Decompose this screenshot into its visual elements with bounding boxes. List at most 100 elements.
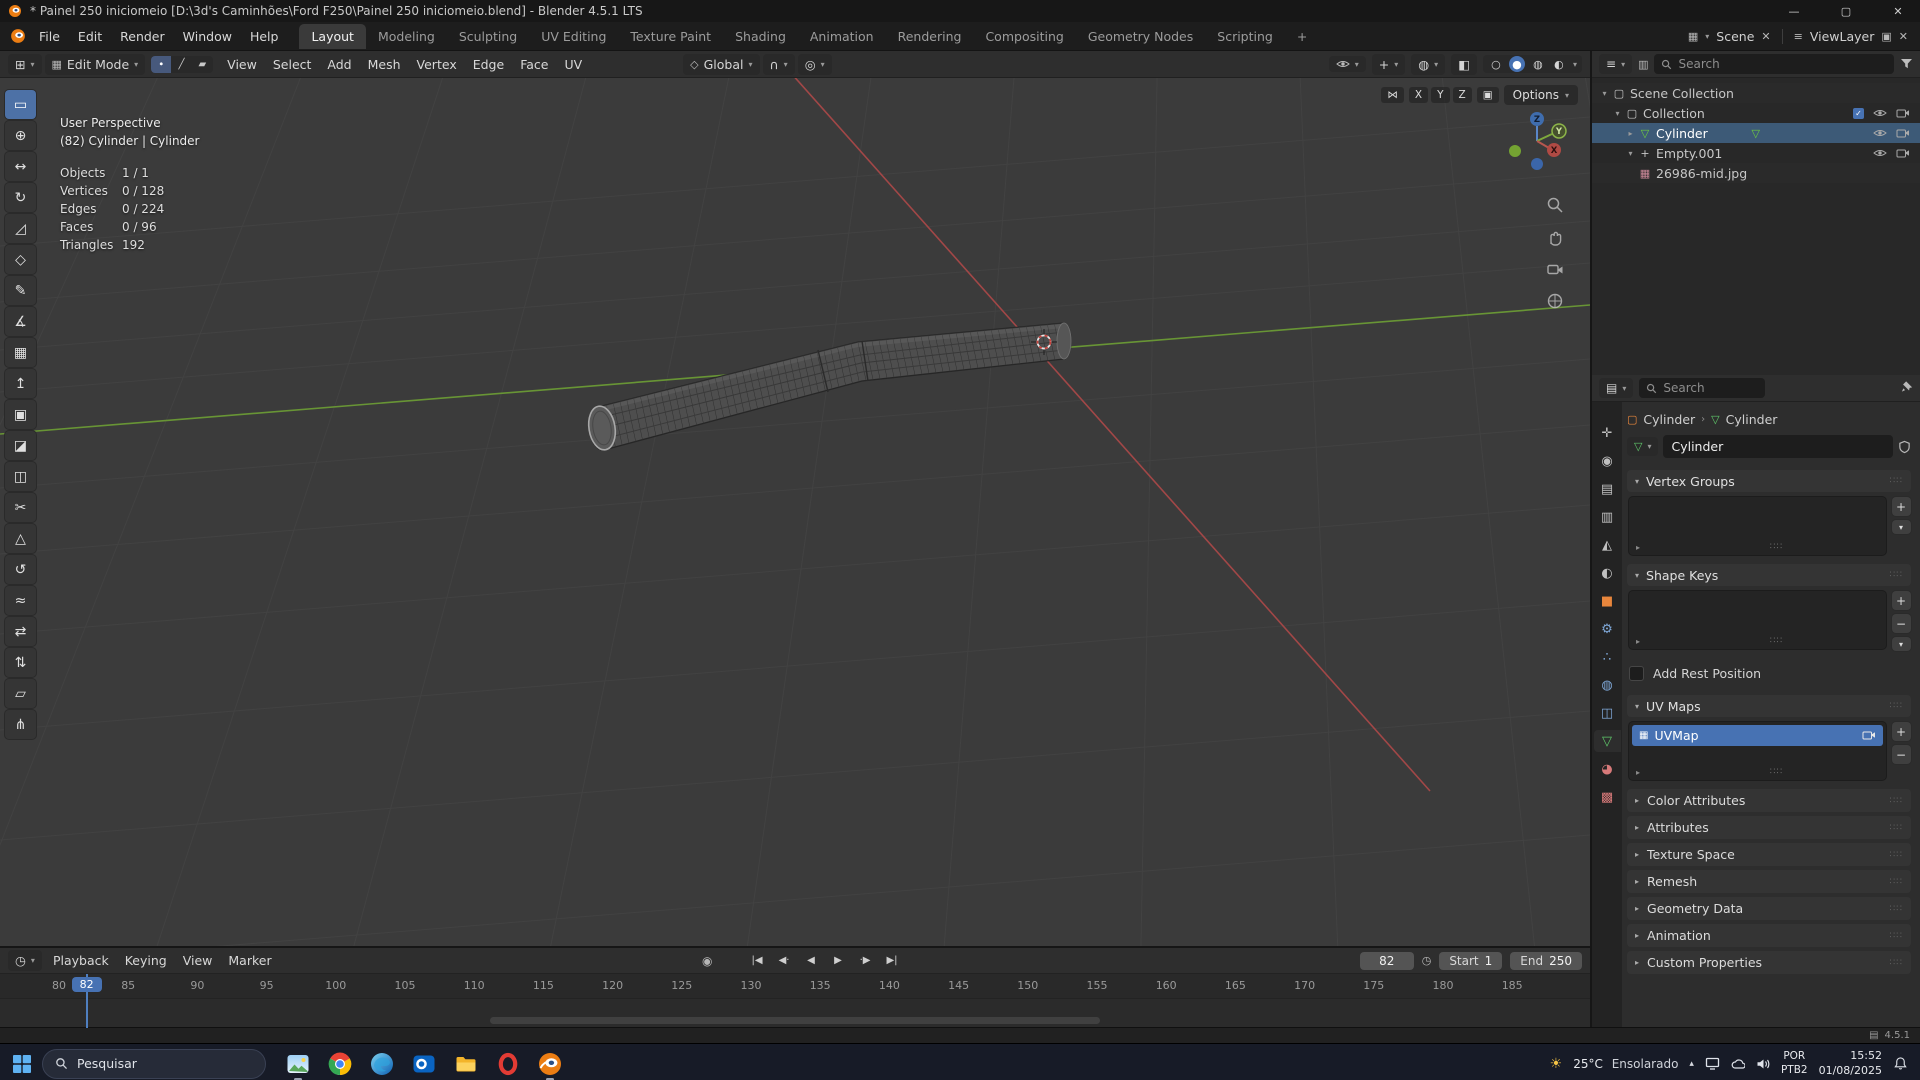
collection-checkbox[interactable]: ✓	[1853, 108, 1864, 119]
remove-viewlayer-icon[interactable]: ✕	[1899, 30, 1908, 43]
tool-button[interactable]: ◫	[5, 462, 36, 491]
gizmos-dropdown[interactable]: +▾	[1372, 54, 1406, 75]
scene-browse-chevron-icon[interactable]: ▾	[1705, 32, 1709, 41]
workspace-tab[interactable]: UV Editing	[529, 24, 618, 49]
volume-icon[interactable]	[1756, 1058, 1770, 1070]
list-resize-grip-icon[interactable]: ∷∷	[1770, 636, 1783, 646]
expand-chevron-icon[interactable]: ▾	[1598, 89, 1611, 98]
tool-button[interactable]: ⇅	[5, 648, 36, 677]
vertex-groups-panel-header[interactable]: ▾ Vertex Groups ∷∷	[1627, 470, 1911, 492]
disable-in-renders-toggle[interactable]	[1896, 106, 1910, 121]
remove-uv-map-button[interactable]: −	[1892, 745, 1911, 764]
workspace-tab[interactable]: Rendering	[886, 24, 974, 49]
filter-icon[interactable]	[1900, 58, 1913, 70]
uv-maps-list[interactable]: ▦ UVMap ▸ ∷∷	[1629, 722, 1886, 780]
select-mode-button[interactable]: ∙	[151, 56, 171, 73]
edge-icon[interactable]	[368, 1044, 395, 1080]
viewport-menu-item[interactable]: Face	[512, 54, 556, 75]
uv-maps-panel-header[interactable]: ▾ UV Maps ∷∷	[1627, 695, 1911, 717]
properties-tab[interactable]: ■	[1594, 590, 1621, 612]
properties-tab[interactable]: ◍	[1594, 674, 1621, 696]
photos-app-icon[interactable]	[284, 1044, 311, 1080]
shape-keys-panel-header[interactable]: ▾ Shape Keys ∷∷	[1627, 564, 1911, 586]
tool-button[interactable]: ▦	[5, 338, 36, 367]
fake-user-shield-icon[interactable]	[1898, 440, 1911, 454]
properties-search-input[interactable]: Search	[1639, 378, 1765, 398]
mode-dropdown[interactable]: ▦ Edit Mode ▾	[45, 54, 146, 75]
tool-button[interactable]: ≈	[5, 586, 36, 615]
expand-chevron-icon[interactable]: ▾	[1611, 109, 1624, 118]
mirror-axis-button[interactable]: X	[1409, 87, 1428, 103]
tool-button[interactable]: ▭	[5, 90, 36, 119]
outliner-editor-type-button[interactable]: ≡▾	[1599, 54, 1632, 74]
properties-section-header[interactable]: ▸ Color Attributes ∷∷	[1627, 789, 1911, 812]
vertex-groups-list[interactable]: ▸ ∷∷	[1629, 497, 1886, 555]
properties-tab[interactable]: ▽	[1594, 730, 1621, 752]
current-frame-badge[interactable]: 82	[72, 977, 102, 992]
timeline-menu-item[interactable]: Marker	[220, 950, 279, 971]
blender-logo-icon[interactable]	[10, 28, 26, 44]
scene-selector[interactable]: Scene	[1716, 29, 1754, 44]
outliner-display-mode-icon[interactable]: ▥	[1638, 58, 1648, 71]
add-rest-position-checkbox[interactable]	[1629, 666, 1644, 681]
workspace-tab[interactable]: Scripting	[1205, 24, 1285, 49]
breadcrumb-data[interactable]: Cylinder	[1726, 412, 1778, 427]
transport-button[interactable]: ▶|	[880, 953, 904, 968]
auto-keying-toggle-icon[interactable]: ◉	[702, 954, 712, 968]
editor-type-button[interactable]: ⊞▾	[8, 54, 42, 75]
cylinder-mesh-object[interactable]	[586, 323, 1071, 452]
options-dropdown[interactable]: Options ▾	[1504, 85, 1578, 105]
mirror-axis-button[interactable]: Z	[1453, 87, 1472, 103]
pin-id-button[interactable]	[1901, 380, 1913, 396]
viewport-menu-item[interactable]: UV	[556, 54, 590, 75]
menu-item[interactable]: Help	[241, 26, 288, 47]
outliner-row[interactable]: ▾ ▢ Collection ✓	[1592, 103, 1920, 123]
disable-in-renders-toggle[interactable]	[1896, 126, 1910, 141]
properties-tab[interactable]: ◉	[1594, 450, 1621, 472]
list-resize-grip-icon[interactable]: ∷∷	[1770, 542, 1783, 552]
workspace-tab[interactable]: Sculpting	[447, 24, 529, 49]
shading-mode-button[interactable]: ◐	[1551, 56, 1567, 72]
list-filter-chevron-icon[interactable]: ▸	[1636, 637, 1640, 646]
viewlayer-selector[interactable]: ViewLayer	[1810, 29, 1875, 44]
shading-mode-button[interactable]: ◍	[1530, 56, 1546, 72]
properties-section-header[interactable]: ▸ Geometry Data ∷∷	[1627, 897, 1911, 920]
tool-button[interactable]: ⊕	[5, 121, 36, 150]
shape-key-specials-button[interactable]: ▾	[1892, 637, 1911, 651]
tool-button[interactable]: ↔	[5, 152, 36, 181]
menu-item[interactable]: Render	[111, 26, 174, 47]
properties-tab[interactable]: ◭	[1594, 534, 1621, 556]
properties-tab[interactable]: ▩	[1594, 786, 1621, 808]
outliner-row[interactable]: ▸ ▽ Cylinder ▽ ✓	[1592, 123, 1920, 143]
properties-tab[interactable]: ◫	[1594, 702, 1621, 724]
menu-item[interactable]: File	[30, 26, 69, 47]
properties-tab[interactable]: ⚙	[1594, 618, 1621, 640]
transport-button[interactable]: ▶	[826, 953, 850, 968]
properties-section-header[interactable]: ▸ Custom Properties ∷∷	[1627, 951, 1911, 974]
add-uv-map-button[interactable]: +	[1892, 722, 1911, 741]
hidden-icons-chevron-icon[interactable]: ▴	[1689, 1059, 1694, 1069]
properties-tab[interactable]: ✛	[1594, 422, 1621, 444]
list-filter-chevron-icon[interactable]: ▸	[1636, 768, 1640, 777]
viewport-menu-item[interactable]: Edge	[465, 54, 512, 75]
tool-button[interactable]: △	[5, 524, 36, 553]
timeline-menu-item[interactable]: View	[175, 950, 221, 971]
select-mode-button[interactable]: ▰	[191, 56, 213, 73]
tool-button[interactable]: ◇	[5, 245, 36, 274]
outlook-icon[interactable]	[410, 1044, 437, 1080]
xray-toggle[interactable]: ◧	[1451, 54, 1477, 75]
expand-chevron-icon[interactable]: ▾	[1624, 149, 1637, 158]
visibility-dropdown[interactable]: ▾	[1329, 56, 1366, 72]
orthographic-toggle-icon[interactable]	[1546, 292, 1564, 310]
cloud-tray-icon[interactable]	[1731, 1058, 1745, 1070]
zoom-icon[interactable]	[1546, 196, 1564, 214]
transport-button[interactable]: ·▶	[853, 953, 877, 968]
transport-button[interactable]: ◀·	[772, 953, 796, 968]
tool-button[interactable]: ◪	[5, 431, 36, 460]
language-indicator[interactable]: POR PTB2	[1781, 1050, 1808, 1076]
tool-button[interactable]: ⋔	[5, 710, 36, 739]
current-frame-field[interactable]: 82	[1360, 952, 1414, 970]
pan-hand-icon[interactable]	[1546, 228, 1564, 246]
tool-button[interactable]: ▣	[5, 400, 36, 429]
hide-in-viewport-toggle[interactable]	[1873, 106, 1887, 121]
